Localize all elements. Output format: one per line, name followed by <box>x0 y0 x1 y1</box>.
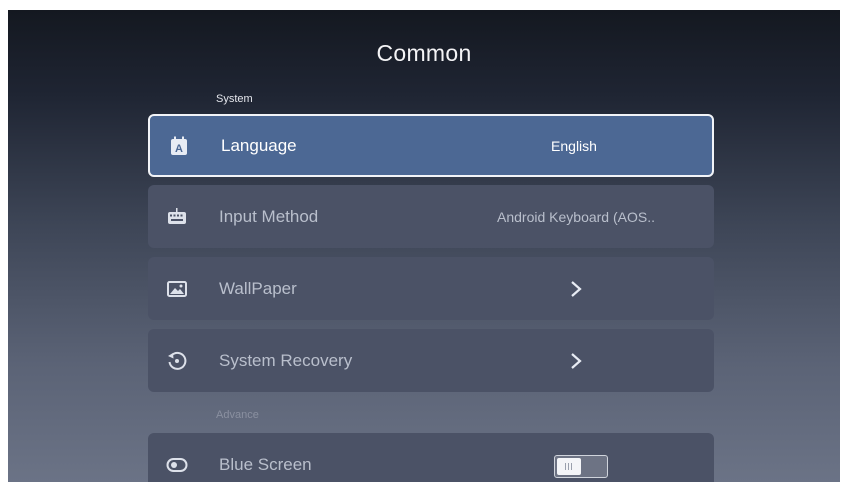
page-title: Common <box>376 40 472 66</box>
setting-label-input-method: Input Method <box>219 206 319 226</box>
section-label-system: System <box>216 93 253 105</box>
setting-label-wallpaper: WallPaper <box>219 278 297 298</box>
section-label-advance: Advance <box>216 409 259 421</box>
chevron-right-icon <box>571 352 582 369</box>
recovery-icon <box>168 351 187 370</box>
svg-text:A: A <box>175 143 183 155</box>
blue-screen-toggle[interactable] <box>554 455 608 478</box>
setting-row-blue-screen[interactable]: Blue Screen <box>148 433 714 482</box>
setting-label-system-recovery: System Recovery <box>219 350 353 370</box>
toggle-icon <box>166 457 188 472</box>
setting-row-input-method[interactable]: Input Method Android Keyboard (AOS.. <box>148 185 714 248</box>
setting-row-language[interactable]: A Language English <box>148 114 714 177</box>
chevron-right-icon <box>571 280 582 297</box>
toggle-knob <box>557 458 581 475</box>
setting-value-input-method: Android Keyboard (AOS.. <box>497 208 655 225</box>
setting-label-language: Language <box>221 135 297 155</box>
setting-row-system-recovery[interactable]: System Recovery <box>148 329 714 392</box>
settings-screen: Common System A Language English Input M… <box>8 10 840 482</box>
setting-label-blue-screen: Blue Screen <box>219 454 312 474</box>
setting-row-wallpaper[interactable]: WallPaper <box>148 257 714 320</box>
image-icon <box>167 280 187 297</box>
setting-value-language: English <box>551 137 597 154</box>
keyboard-icon <box>168 207 186 224</box>
language-icon: A <box>171 136 187 155</box>
